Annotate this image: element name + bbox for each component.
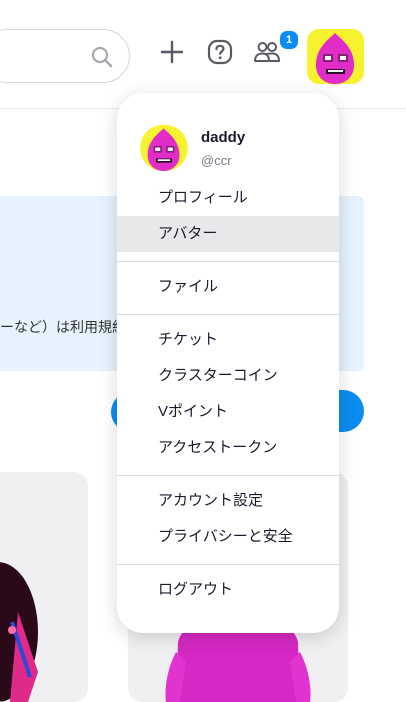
menu-item-account-settings[interactable]: アカウント設定: [117, 483, 339, 519]
help-icon[interactable]: [205, 37, 235, 67]
menu-item-privacy-safety[interactable]: プライバシーと安全: [117, 519, 339, 555]
search-icon: [91, 46, 113, 68]
menu-divider: [117, 261, 339, 262]
avatar-card[interactable]: [0, 472, 88, 702]
user-handle: @ccr: [201, 153, 232, 168]
menu-item-files[interactable]: ファイル: [117, 269, 339, 305]
avatar-button[interactable]: [307, 29, 364, 84]
user-name: daddy: [201, 129, 246, 146]
menu-item-access-token[interactable]: アクセストークン: [117, 430, 339, 466]
notification-badge: 1: [278, 29, 300, 51]
search-input[interactable]: [0, 29, 130, 83]
menu-item-profile[interactable]: プロフィール: [117, 180, 339, 216]
avatar-preview-image: [0, 562, 38, 702]
menu-item-tickets[interactable]: チケット: [117, 322, 339, 358]
menu-divider: [117, 314, 339, 315]
menu-item-v-point[interactable]: Vポイント: [117, 394, 339, 430]
menu-item-logout[interactable]: ログアウト: [117, 572, 339, 608]
menu-divider: [117, 564, 339, 565]
plus-icon[interactable]: [157, 37, 187, 67]
menu-item-cluster-coin[interactable]: クラスターコイン: [117, 358, 339, 394]
menu-divider: [117, 475, 339, 476]
menu-avatar: [140, 125, 188, 171]
action-button-right[interactable]: [338, 390, 364, 432]
user-menu: daddy @ccr プロフィール アバター ファイル チケット クラスターコイ…: [117, 93, 339, 633]
menu-item-avatar[interactable]: アバター: [117, 216, 339, 252]
